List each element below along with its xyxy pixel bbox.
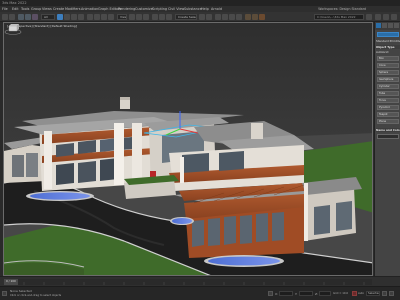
create-tab-icon[interactable]	[376, 23, 381, 28]
mirror-icon[interactable]	[199, 14, 205, 20]
pool-center	[172, 218, 192, 224]
project-folder-icon[interactable]	[366, 14, 372, 20]
name-and-color-rollout[interactable]: Name and Color	[376, 128, 400, 132]
grid-size: Grid = 10.0	[333, 292, 349, 295]
autogrid-checkbox[interactable]: AutoGrid	[376, 50, 400, 54]
rectangular-selection-icon[interactable]	[71, 14, 77, 20]
link-icon[interactable]	[18, 14, 24, 20]
percent-snap-icon[interactable]	[166, 14, 172, 20]
curve-editor-icon[interactable]	[222, 14, 228, 20]
tube-button[interactable]: Tube	[377, 91, 399, 96]
project-path-field[interactable]: C:\Users\...\3ds Max 2022	[314, 14, 364, 20]
x-label: X:	[275, 292, 279, 296]
redo-icon[interactable]	[9, 14, 15, 20]
status-bar: None Selected Click or click-and-drag to…	[0, 286, 400, 300]
place-icon[interactable]	[108, 14, 114, 20]
angle-snap-icon[interactable]	[159, 14, 165, 20]
timeline-ticks	[4, 279, 372, 285]
undo-icon[interactable]	[2, 14, 8, 20]
keyboard-shortcut-icon[interactable]	[143, 14, 149, 20]
bind-space-warp-icon[interactable]	[32, 14, 38, 20]
select-manipulate-icon[interactable]	[136, 14, 142, 20]
auto-key-button[interactable]	[352, 291, 357, 296]
cylinder-button[interactable]: Cylinder	[377, 84, 399, 89]
play-animation-icon[interactable]	[382, 291, 387, 296]
reference-coordinate-dropdown[interactable]: View	[117, 14, 127, 20]
pyramid-button[interactable]: Pyramid	[377, 105, 399, 110]
geometry-category-button[interactable]	[377, 32, 399, 37]
modify-tab-icon[interactable]	[382, 23, 387, 28]
align-icon[interactable]	[206, 14, 212, 20]
time-configuration-icon[interactable]	[389, 291, 394, 296]
named-selection-set-dropdown[interactable]: Create Selection Se	[175, 14, 197, 20]
selection-filter-dropdown[interactable]: All	[41, 14, 55, 20]
auto-key-label: Auto	[358, 292, 365, 295]
box-button[interactable]: Box	[377, 56, 399, 61]
sphere-button[interactable]: Sphere	[377, 70, 399, 75]
object-type-rollout[interactable]: Object Type	[376, 45, 400, 49]
window-crossing-icon[interactable]	[78, 14, 84, 20]
geosphere-button[interactable]: GeoSphere	[377, 77, 399, 82]
rotate-icon[interactable]	[94, 14, 100, 20]
lock-selection-icon[interactable]	[268, 291, 273, 296]
maxscript-listener-icon[interactable]	[2, 291, 7, 296]
key-filter-dropdown[interactable]: Selected	[366, 291, 380, 296]
pool-front	[208, 256, 280, 266]
frame-counter: 0 / 100	[6, 279, 16, 283]
rendered-frame-window-icon[interactable]	[252, 14, 258, 20]
motion-tab-icon[interactable]	[394, 23, 399, 28]
layer-explorer-icon[interactable]	[215, 14, 221, 20]
command-panel-tabs	[375, 22, 400, 30]
snaps-toggle-icon[interactable]	[152, 14, 158, 20]
teapot-button[interactable]: Teapot	[377, 112, 399, 117]
scene-render	[4, 23, 372, 275]
material-editor-icon[interactable]	[236, 14, 242, 20]
category-dropdown[interactable]: Standard Primitives	[376, 39, 400, 43]
timeline-slider[interactable]: 0 / 100	[0, 276, 400, 286]
cone-button[interactable]: Cone	[377, 63, 399, 68]
schematic-view-icon[interactable]	[229, 14, 235, 20]
select-object-icon[interactable]	[57, 14, 63, 20]
user-account-icon[interactable]	[375, 14, 381, 20]
main-toolbar: All View Create Selection Se C:\Users\..…	[0, 12, 400, 22]
pool-left	[30, 192, 90, 200]
x-coordinate-field[interactable]	[279, 291, 293, 296]
viewcube-icon[interactable]	[4, 23, 22, 35]
command-panel: Standard Primitives Object Type AutoGrid…	[374, 22, 400, 276]
z-coordinate-field[interactable]	[319, 291, 331, 296]
torus-button[interactable]: Torus	[377, 98, 399, 103]
select-by-name-icon[interactable]	[64, 14, 70, 20]
render-production-icon[interactable]	[259, 14, 265, 20]
y-label: Y:	[295, 292, 298, 296]
unlink-icon[interactable]	[25, 14, 31, 20]
pivot-center-icon[interactable]	[129, 14, 135, 20]
plane-button[interactable]: Plane	[377, 119, 399, 124]
object-name-field[interactable]	[377, 134, 399, 139]
z-label: Z:	[315, 292, 319, 296]
prompt-hint: Click or click-and-drag to select object…	[10, 294, 62, 297]
perspective-viewport[interactable]: [+] [Perspective] [Standard] [Default Sh…	[3, 22, 373, 276]
selection-status: None Selected	[10, 289, 32, 293]
hierarchy-tab-icon[interactable]	[388, 23, 393, 28]
close-icon[interactable]	[391, 14, 397, 20]
scale-icon[interactable]	[101, 14, 107, 20]
move-icon[interactable]	[87, 14, 93, 20]
minimize-icon[interactable]	[383, 14, 389, 20]
render-setup-icon[interactable]	[245, 14, 251, 20]
y-coordinate-field[interactable]	[299, 291, 313, 296]
